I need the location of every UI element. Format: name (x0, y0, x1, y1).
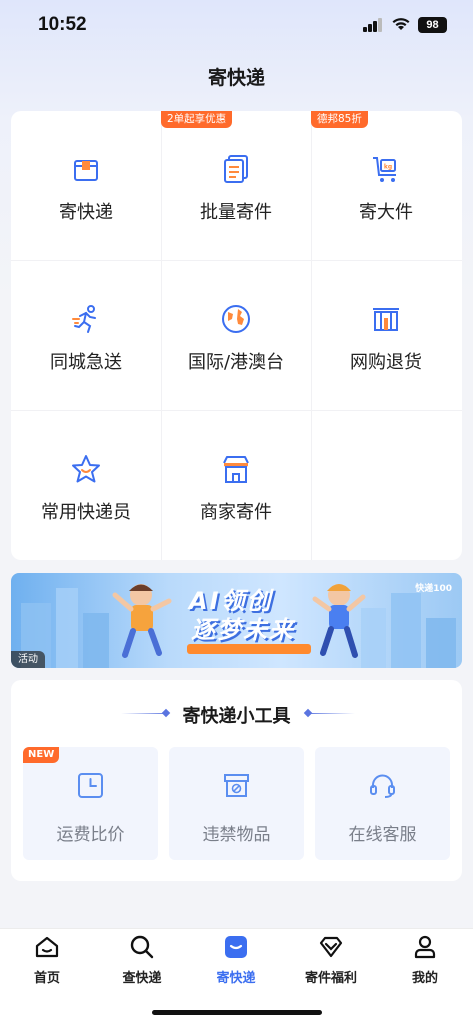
store-icon (223, 456, 249, 483)
service-label: 网购退货 (350, 352, 422, 373)
search-icon (130, 935, 154, 959)
tab-label: 寄快递 (216, 971, 256, 986)
tab-label: 我的 (411, 971, 438, 986)
service-label: 寄大件 (359, 202, 413, 223)
service-label: 国际/港澳台 (187, 352, 285, 373)
tab-profile[interactable]: 我的 (378, 929, 472, 995)
banner-brand: 快递100 (415, 584, 452, 594)
prohibited-box-icon (224, 774, 249, 797)
service-grid: 寄快递 2单起享优惠 批量寄件 德邦85折 kg 寄大件 同城急送 国际/港澳台… (11, 111, 462, 560)
home-indicator (152, 1010, 322, 1015)
promo-badge: 2单起享优惠 (161, 111, 233, 128)
banner-ribbon (187, 644, 311, 654)
battery-indicator: 98 (418, 17, 447, 33)
tab-label: 查快递 (122, 971, 162, 986)
tab-label: 首页 (33, 971, 60, 986)
service-favorite-courier[interactable]: 常用快递员 (11, 411, 161, 560)
service-batch-send[interactable]: 2单起享优惠 批量寄件 (161, 111, 311, 260)
tab-benefits[interactable]: 寄件福利 (284, 929, 378, 995)
headset-icon (370, 774, 395, 798)
svg-text:kg: kg (384, 164, 392, 171)
service-label: 寄快递 (59, 202, 113, 223)
home-icon (35, 936, 59, 958)
user-icon (414, 935, 436, 959)
tools-section: 寄快递小工具 NEW 运费比价 违禁物品 在线客服 (11, 680, 462, 881)
service-large-item[interactable]: 德邦85折 kg 寄大件 (311, 111, 461, 260)
cart-kg-icon: kg (373, 157, 396, 182)
service-same-city[interactable]: 同城急送 (11, 261, 161, 410)
service-label: 同城急送 (50, 352, 122, 373)
title-decoration (307, 713, 355, 714)
service-label: 批量寄件 (200, 202, 272, 223)
star-icon (72, 455, 100, 483)
service-online-return[interactable]: 网购退货 (311, 261, 461, 410)
return-box-icon (373, 308, 399, 331)
service-merchant-send[interactable]: 商家寄件 (161, 411, 311, 560)
banner-subtitle: 逐梦未来 (191, 616, 295, 644)
service-label: 商家寄件 (200, 502, 272, 523)
page-title: 寄快递 (207, 67, 265, 89)
new-badge: NEW (23, 747, 60, 763)
tool-freight-compare[interactable]: NEW 运费比价 (23, 747, 158, 860)
diamond-icon (319, 936, 343, 958)
signal-icon (363, 18, 383, 32)
promo-badge: 德邦85折 (311, 111, 368, 128)
tool-label: 运费比价 (56, 825, 125, 845)
tool-online-service[interactable]: 在线客服 (315, 747, 450, 860)
send-package-icon (225, 936, 247, 958)
globe-icon (222, 305, 250, 333)
banner-tag: 活动 (11, 651, 45, 668)
status-time: 10:52 (38, 14, 87, 35)
clock-icon (78, 773, 103, 798)
package-icon (74, 160, 98, 181)
runner-icon (72, 305, 96, 333)
tab-home[interactable]: 首页 (0, 929, 94, 995)
status-bar: 10:52 98 (0, 0, 473, 50)
tools-title: 寄快递小工具 (182, 706, 291, 727)
service-international[interactable]: 国际/港澳台 (161, 261, 311, 410)
tab-label: 寄件福利 (304, 971, 357, 986)
service-send-express[interactable]: 寄快递 (11, 111, 161, 260)
wifi-icon (392, 18, 410, 30)
service-label: 常用快递员 (41, 502, 131, 523)
tool-label: 违禁物品 (202, 825, 271, 845)
documents-icon (224, 155, 248, 183)
tool-label: 在线客服 (348, 825, 417, 845)
tool-prohibited-items[interactable]: 违禁物品 (169, 747, 304, 860)
tab-track[interactable]: 查快递 (95, 929, 189, 995)
tab-send[interactable]: 寄快递 (189, 929, 283, 995)
promo-banner[interactable]: AI领创 逐梦未来 快递100 活动 (11, 573, 462, 668)
